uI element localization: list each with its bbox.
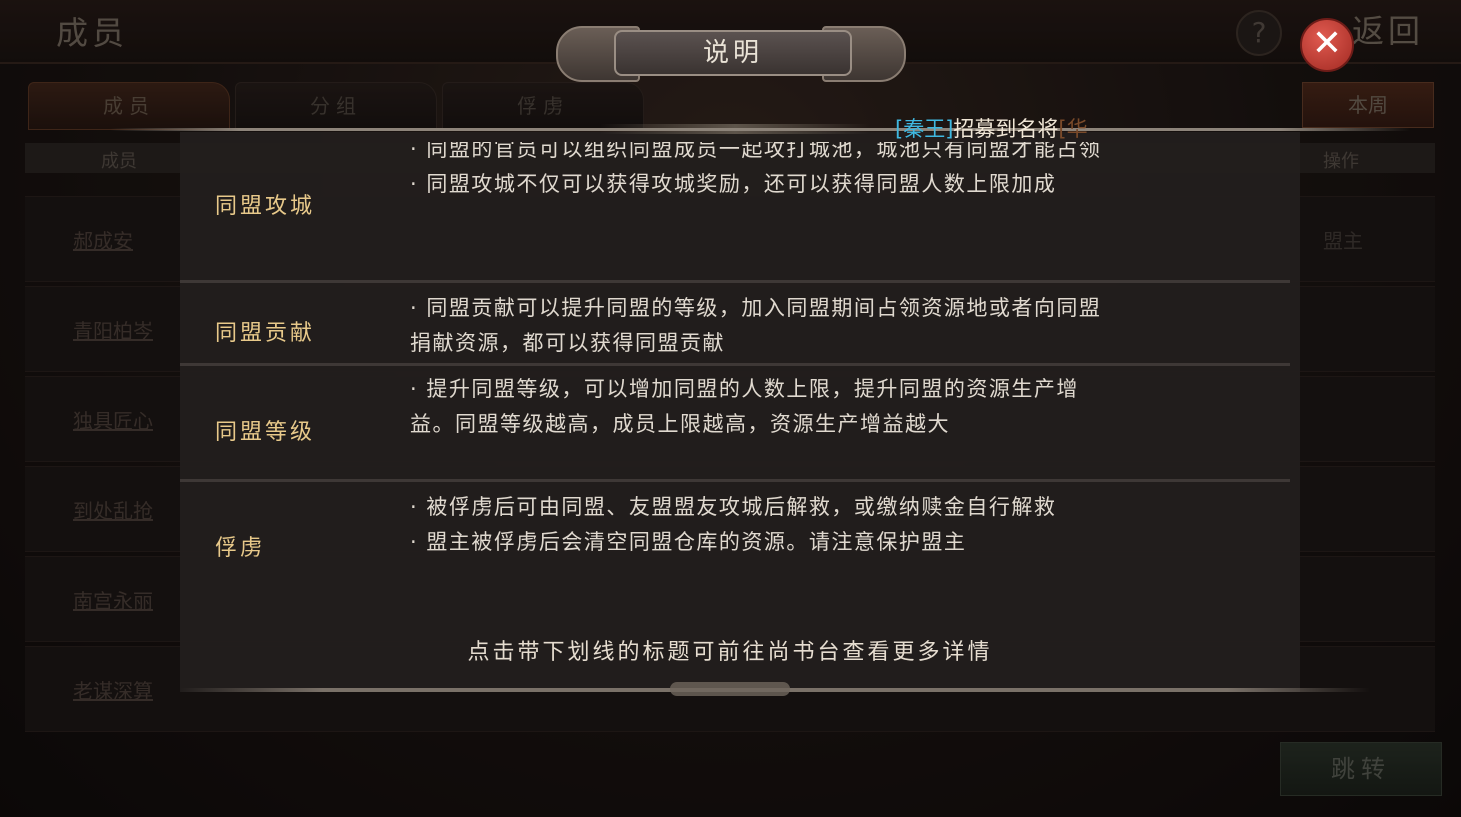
info-line: · 提升同盟等级，可以增加同盟的人数上限，提升同盟的资源生产增益。同盟等级越高，… <box>410 377 1079 436</box>
dialog-scroll-area[interactable]: 同盟攻城 · 同盟的官员可以组织同盟成员一起攻打城池，城池只有同盟才能占领 · … <box>180 142 1290 598</box>
notice-player-name: 秦王 <box>903 117 946 141</box>
info-row-siege: 同盟攻城 · 同盟的官员可以组织同盟成员一起攻打城池，城池只有同盟才能占领 · … <box>180 142 1290 283</box>
info-row-prisoner: 俘虏 · 被俘虏后可由同盟、友盟盟友攻城后解救，或缴纳赎金自行解救 · 盟主被俘… <box>180 482 1290 598</box>
info-row-text: · 被俘虏后可由同盟、友盟盟友攻城后解救，或缴纳赎金自行解救 · 盟主被俘虏后会… <box>410 490 1110 560</box>
info-row-title[interactable]: 同盟攻城 <box>215 188 315 220</box>
info-row-text: · 同盟的官员可以组织同盟成员一起攻打城池，城池只有同盟才能占领 · 同盟攻城不… <box>410 142 1110 202</box>
info-line: · 被俘虏后可由同盟、友盟盟友攻城后解救，或缴纳赎金自行解救 <box>410 495 1057 519</box>
dialog-title-plate: 说明 <box>556 24 906 82</box>
info-row-title[interactable]: 同盟贡献 <box>215 315 315 347</box>
close-button[interactable]: ✕ <box>1300 18 1354 72</box>
info-row-title[interactable]: 同盟等级 <box>215 414 315 446</box>
info-line: · 同盟贡献可以提升同盟的等级，加入同盟期间占领资源地或者向同盟捐献资源，都可以… <box>410 296 1102 355</box>
scrolling-notice: [秦王]招募到名将[华 <box>895 113 1125 141</box>
dialog-bottom-ornament <box>670 682 790 696</box>
notice-open-bracket: [ <box>895 117 904 141</box>
info-line: · 盟主被俘虏后会清空同盟仓库的资源。请注意保护盟主 <box>410 530 967 554</box>
info-line: · 同盟的官员可以组织同盟成员一起攻打城池，城池只有同盟才能占领 <box>410 142 1102 161</box>
info-row-level: 同盟等级 · 提升同盟等级，可以增加同盟的人数上限，提升同盟的资源生产增益。同盟… <box>180 366 1290 482</box>
info-line: · 同盟攻城不仅可以获得攻城奖励，还可以获得同盟人数上限加成 <box>410 172 1057 196</box>
info-row-text: · 提升同盟等级，可以增加同盟的人数上限，提升同盟的资源生产增益。同盟等级越高，… <box>410 372 1110 442</box>
info-row-title[interactable]: 俘虏 <box>215 530 265 562</box>
notice-message: 招募到名将 <box>953 117 1059 141</box>
notice-trail: [华 <box>1058 117 1088 141</box>
footer-hint: 点击带下划线的标题可前往尚书台查看更多详情 <box>467 640 993 665</box>
info-row-text: · 同盟贡献可以提升同盟的等级，加入同盟期间占领资源地或者向同盟捐献资源，都可以… <box>410 291 1110 361</box>
dialog-top-border <box>110 128 1410 131</box>
info-row-contribution: 同盟贡献 · 同盟贡献可以提升同盟的等级，加入同盟期间占领资源地或者向同盟捐献资… <box>180 283 1290 366</box>
dialog-title: 说明 <box>614 30 852 76</box>
